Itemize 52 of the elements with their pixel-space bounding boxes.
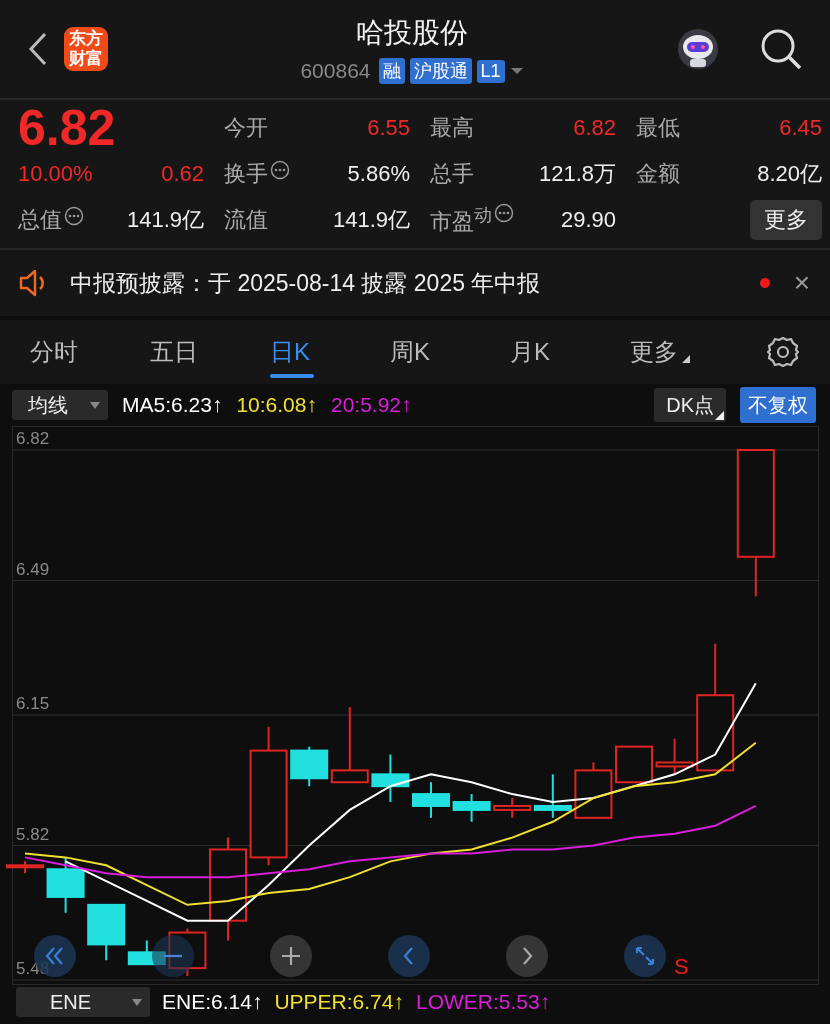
more-button[interactable]: 更多 bbox=[750, 200, 822, 240]
market-tag: L1 bbox=[476, 59, 505, 83]
indicator-dropdown[interactable]: ENE bbox=[16, 987, 150, 1017]
stat-label: 金额 bbox=[636, 160, 680, 188]
price-axis-label: 6.49 bbox=[16, 559, 50, 579]
price-axis-label: 6.15 bbox=[16, 694, 50, 713]
notice-text[interactable]: 中报预披露：于 2025-08-14 披露 2025 年中报 bbox=[70, 267, 742, 299]
close-button[interactable]: × bbox=[793, 267, 810, 299]
market-tag: 融 bbox=[378, 58, 405, 84]
period-tab[interactable]: 更多 bbox=[630, 320, 750, 384]
stat-value: 121.8万 bbox=[538, 160, 616, 188]
stat-value: 6.55 bbox=[367, 115, 410, 141]
change-percent: 10.00% bbox=[18, 161, 93, 187]
stat-label: 今开 bbox=[224, 114, 268, 142]
stock-name: 哈投股份 bbox=[356, 16, 468, 50]
period-tab[interactable]: 月K bbox=[510, 320, 630, 384]
signal-marker: S bbox=[674, 954, 689, 980]
app-logo: 东方财富 bbox=[64, 27, 108, 71]
stat-label: 市盈$^{动}$ bbox=[430, 203, 492, 237]
stat-value: 5.86% bbox=[347, 161, 410, 187]
period-tab[interactable]: 五日 bbox=[150, 320, 270, 384]
last-price: 6.82 bbox=[18, 106, 117, 150]
adjust-button[interactable]: 不复权 bbox=[740, 387, 816, 423]
price-axis-label: 6.82 bbox=[16, 429, 50, 448]
stat-label: 最低 bbox=[636, 114, 680, 142]
stat-label: 最高 bbox=[430, 114, 474, 142]
price-axis-label: 5.48 bbox=[16, 959, 50, 978]
stat-value: 29.90 bbox=[560, 207, 616, 233]
stat-label: 总值 bbox=[18, 206, 62, 234]
indicator-legend: LOWER:5.53↑ bbox=[415, 990, 551, 1014]
indicator-dropdown[interactable]: 均线 bbox=[12, 390, 108, 420]
stat-label: 换手 bbox=[224, 160, 268, 188]
period-tab[interactable]: 周K bbox=[390, 320, 510, 384]
ma-legend: MA5:6.23↑ bbox=[122, 393, 223, 417]
price-axis-label: 5.82 bbox=[16, 824, 50, 844]
ma-legend: 20:5.92↑ bbox=[330, 393, 412, 417]
indicator-legend: ENE:6.14↑ bbox=[162, 990, 263, 1014]
dk-button[interactable]: DK点 bbox=[654, 388, 726, 422]
stat-label: 流值 bbox=[224, 206, 268, 234]
stat-value: 6.45 bbox=[779, 115, 822, 141]
stat-value: 141.9亿 bbox=[332, 206, 410, 234]
period-tab[interactable]: 分时 bbox=[30, 320, 150, 384]
change-amount: 0.62 bbox=[161, 161, 204, 187]
period-tab[interactable]: 日K bbox=[270, 320, 390, 384]
stat-label: 总手 bbox=[430, 160, 474, 188]
market-tag: 沪股通 bbox=[409, 58, 472, 84]
ma-legend: 10:6.08↑ bbox=[236, 393, 317, 417]
stock-code: 600864 bbox=[300, 59, 371, 83]
indicator-legend: UPPER:6.74↑ bbox=[274, 990, 404, 1014]
stat-value: 141.9亿 bbox=[126, 206, 204, 234]
stat-value: 6.82 bbox=[573, 115, 616, 141]
stat-value: 8.20亿 bbox=[757, 160, 822, 188]
